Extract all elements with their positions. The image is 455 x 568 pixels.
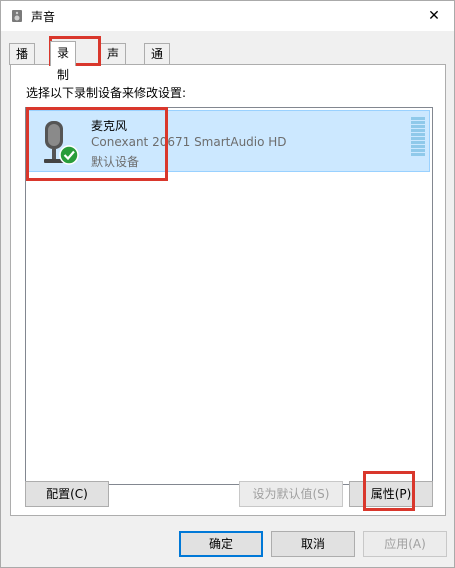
check-icon (59, 145, 79, 165)
level-meter (411, 117, 425, 159)
speaker-icon (12, 10, 22, 22)
cancel-button[interactable]: 取消 (271, 531, 355, 557)
title-bar: 声音 ✕ (1, 1, 454, 31)
device-status: 默认设备 (91, 155, 140, 169)
ok-button[interactable]: 确定 (179, 531, 263, 557)
device-list[interactable]: 麦克风 Conexant 20671 SmartAudio HD 默认设备 (25, 107, 433, 485)
tab-recording[interactable]: 录制 (50, 41, 77, 82)
close-icon: ✕ (428, 8, 440, 24)
device-description: Conexant 20671 SmartAudio HD (91, 135, 287, 149)
set-default-button[interactable]: 设为默认值(S) (239, 481, 343, 507)
instruction-text: 选择以下录制设备来修改设置: (26, 86, 187, 100)
apply-button[interactable]: 应用(A) (363, 531, 447, 557)
tab-sounds[interactable]: 声音 (100, 43, 127, 81)
device-item-microphone[interactable]: 麦克风 Conexant 20671 SmartAudio HD 默认设备 (28, 110, 430, 172)
tab-playback[interactable]: 播放 (9, 43, 36, 81)
microphone-icon (44, 121, 79, 165)
tab-communications[interactable]: 通信 (144, 43, 171, 81)
close-button[interactable]: ✕ (414, 1, 454, 31)
properties-button[interactable]: 属性(P) (349, 481, 433, 507)
device-name: 麦克风 (91, 119, 128, 133)
window-title: 声音 (31, 10, 56, 24)
sound-dialog: 声音 ✕ 播放 录制 声音 通信 选择以下录制设备来修改设置: 麦克风 C (0, 0, 455, 568)
configure-button[interactable]: 配置(C) (25, 481, 109, 507)
recording-panel: 选择以下录制设备来修改设置: 麦克风 Conexant 20671 SmartA… (10, 64, 446, 516)
